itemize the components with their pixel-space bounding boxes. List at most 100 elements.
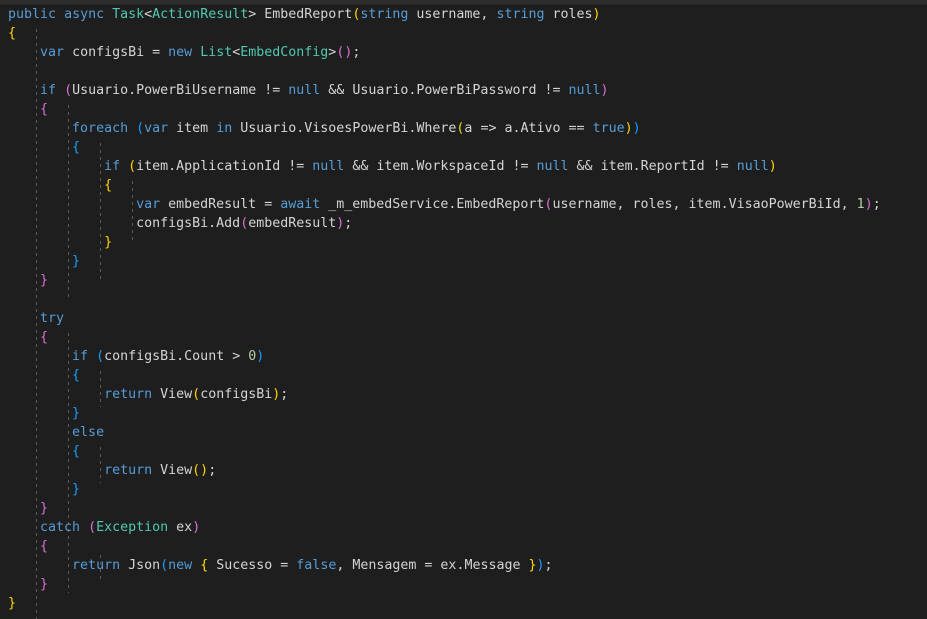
code-token: = [280, 558, 297, 573]
code-token: foreach [72, 121, 129, 136]
code-line[interactable]: var configsBi = new List<EmbedConfig>(); [0, 43, 927, 62]
code-line[interactable]: return Json(new { Sucesso = false, Mensa… [0, 556, 927, 575]
code-line[interactable]: { [0, 328, 927, 347]
code-token: { [72, 368, 81, 383]
code-token: } [104, 235, 113, 250]
code-line[interactable]: catch (Exception ex) [0, 518, 927, 537]
code-line[interactable]: return View(configsBi); [0, 385, 927, 404]
code-token: null [736, 159, 769, 174]
code-token: != [512, 159, 537, 174]
code-token: item [136, 159, 169, 174]
code-token: != [712, 159, 737, 174]
code-token: ; [872, 197, 881, 212]
code-token: List [200, 45, 233, 60]
code-token: return [104, 463, 153, 478]
code-token: Add [216, 216, 241, 231]
code-line[interactable]: if (Usuario.PowerBiUsername != null && U… [0, 81, 927, 100]
code-line-list[interactable]: public async Task<ActionResult> EmbedRep… [0, 5, 927, 613]
code-token: = [264, 197, 281, 212]
code-token: username, roles, item [552, 197, 721, 212]
code-line[interactable]: { [0, 138, 927, 157]
code-token: ) [864, 197, 873, 212]
code-token: EmbedReport [264, 7, 353, 22]
code-token: } [528, 558, 537, 573]
code-token: null [568, 83, 601, 98]
code-token: configsBi [64, 45, 153, 60]
code-token: ( [160, 558, 169, 573]
code-token: ) [600, 83, 609, 98]
code-token: string [496, 7, 545, 22]
code-line[interactable]: { [0, 442, 927, 461]
code-token: { [40, 330, 49, 345]
code-token: . [208, 216, 217, 231]
code-token: Sucesso [208, 558, 281, 573]
code-token: Usuario [72, 83, 129, 98]
code-line[interactable]: } [0, 499, 927, 518]
code-token: VisaoPowerBiId, [728, 197, 857, 212]
code-token: _m_embedService [320, 197, 449, 212]
code-line[interactable]: } [0, 252, 927, 271]
code-line[interactable]: foreach (var item in Usuario. VisoesPower… [0, 119, 927, 138]
code-token: } [8, 596, 17, 611]
code-token: public [8, 7, 57, 22]
code-line[interactable]: if (item.ApplicationId != null && item.W… [0, 157, 927, 176]
code-line[interactable]: { [0, 366, 927, 385]
code-line[interactable]: } [0, 271, 927, 290]
code-line[interactable]: configsBi.Add(embedResult); [0, 214, 927, 233]
code-line[interactable]: } [0, 404, 927, 423]
code-token: var [144, 121, 169, 136]
code-line[interactable]: { [0, 176, 927, 195]
code-token: embedResult [248, 216, 337, 231]
code-token: string [360, 7, 409, 22]
code-line[interactable]: return View(); [0, 461, 927, 480]
code-line[interactable]: } [0, 594, 927, 613]
code-token: () [336, 45, 353, 60]
code-token: null [288, 83, 321, 98]
code-token: , Mensagem [336, 558, 425, 573]
code-token: configsBi [104, 349, 177, 364]
code-line[interactable]: public async Task<ActionResult> EmbedRep… [0, 5, 927, 24]
code-line[interactable]: try [0, 309, 927, 328]
code-token: roles [544, 7, 593, 22]
code-line[interactable]: if (configsBi.Count > 0) [0, 347, 927, 366]
code-line[interactable] [0, 62, 927, 81]
code-token: Message [464, 558, 529, 573]
code-token: return [104, 387, 153, 402]
code-line[interactable] [0, 290, 927, 309]
code-line[interactable]: { [0, 100, 927, 119]
code-line[interactable]: } [0, 233, 927, 252]
code-line[interactable]: { [0, 24, 927, 43]
code-token: true [592, 121, 625, 136]
code-line[interactable]: } [0, 480, 927, 499]
code-line[interactable]: { [0, 537, 927, 556]
code-line[interactable]: var embedResult = await _m_embedService.… [0, 195, 927, 214]
code-token: ; [544, 558, 553, 573]
code-line[interactable]: } [0, 575, 927, 594]
code-token: ) [536, 558, 545, 573]
code-token: new [168, 558, 193, 573]
code-token: EmbedConfig [240, 45, 329, 60]
code-line[interactable]: else [0, 423, 927, 442]
code-token: null [312, 159, 345, 174]
code-content-area[interactable]: public async Task<ActionResult> EmbedRep… [0, 5, 927, 619]
code-token: . [632, 159, 641, 174]
code-token: ex [168, 520, 193, 535]
code-token: { [40, 539, 49, 554]
